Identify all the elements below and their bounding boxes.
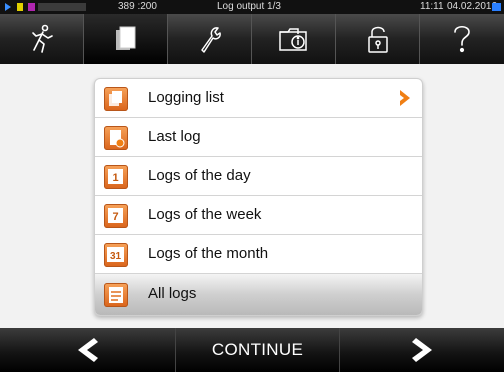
folder-info-icon (278, 28, 307, 51)
clock-date: 04.02.2016 (447, 1, 498, 12)
calendar-month-icon: 31 (104, 243, 128, 267)
tab-info[interactable] (252, 14, 336, 64)
wrench-icon (200, 27, 221, 53)
menu-item-last-log[interactable]: Last log (95, 118, 422, 157)
screen-title: Log output 1/3 (217, 1, 281, 12)
question-mark-icon (454, 25, 470, 53)
chevron-right-icon[interactable] (398, 89, 412, 107)
chevron-left-icon (77, 338, 98, 362)
continue-button[interactable]: CONTINUE (175, 328, 340, 372)
documents-icon (115, 26, 135, 50)
tab-logs[interactable] (84, 14, 168, 64)
menu-item-label: Logs of the week (148, 206, 262, 223)
tab-program[interactable] (0, 14, 84, 64)
logging-list-icon (104, 87, 128, 111)
tab-help[interactable] (420, 14, 504, 64)
all-logs-icon (104, 283, 128, 307)
media-indicator-icon (28, 3, 35, 11)
menu-item-label: All logs (148, 285, 197, 302)
log-menu-panel: Logging list Last log 1 Logs of the day … (94, 78, 423, 316)
main-area: Logging list Last log 1 Logs of the day … (0, 64, 504, 328)
padlock-icon (367, 26, 388, 53)
status-bar: 389 :200 Log output 1/3 11:11 04.02.2016 (0, 0, 504, 14)
running-man-icon (31, 24, 53, 53)
calendar-week-icon: 7 (104, 204, 128, 228)
top-nav (0, 14, 504, 64)
calendar-day-icon: 1 (104, 165, 128, 189)
status-blue-icon (492, 3, 501, 11)
svg-text:7: 7 (112, 211, 118, 223)
back-button[interactable] (0, 328, 175, 372)
chevron-right-icon (412, 338, 432, 362)
play-indicator-icon (5, 3, 11, 11)
menu-item-logs-week[interactable]: 7 Logs of the week (95, 196, 422, 235)
tab-setup[interactable] (168, 14, 252, 64)
card-indicator-icon (17, 3, 23, 11)
forward-button[interactable] (340, 328, 504, 372)
clock-time: 11:11 (420, 1, 444, 12)
menu-item-label: Last log (148, 128, 201, 145)
menu-item-logging-list[interactable]: Logging list (95, 79, 422, 118)
menu-item-label: Logging list (148, 89, 224, 106)
last-log-icon (104, 126, 128, 150)
svg-text:1: 1 (112, 172, 118, 184)
tab-lock[interactable] (336, 14, 420, 64)
status-indicators-icon (38, 3, 86, 11)
menu-item-logs-month[interactable]: 31 Logs of the month (95, 235, 422, 274)
pressure-temp-readout: 389 :200 (118, 1, 157, 12)
bottom-bar: CONTINUE (0, 328, 504, 372)
menu-item-logs-day[interactable]: 1 Logs of the day (95, 157, 422, 196)
menu-item-all-logs[interactable]: All logs (95, 274, 422, 315)
menu-item-label: Logs of the day (148, 167, 251, 184)
svg-text:31: 31 (110, 251, 122, 262)
menu-item-label: Logs of the month (148, 245, 269, 262)
